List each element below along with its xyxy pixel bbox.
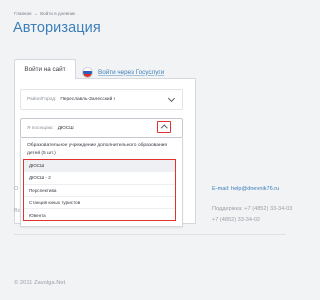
tab-gosuslugi-label: Войти через Госуслуги xyxy=(98,68,165,76)
breadcrumb-separator: → xyxy=(33,11,39,16)
dropdown-options-list: ДЮСШ ДЮСШ - 2 Перспектива Станция юных т… xyxy=(23,159,176,221)
breadcrumb-current: Войти в дневник xyxy=(40,11,76,16)
dropdown-group-label: Образовательное учреждение дополнительно… xyxy=(27,143,168,156)
footer-left-text-1: О xyxy=(14,186,19,192)
school-value: ДЮСШ xyxy=(57,125,74,131)
dropdown-option[interactable]: Станция юных туристов xyxy=(24,197,175,210)
dropdown-option[interactable]: Перспектива xyxy=(24,185,175,197)
dropdown-option[interactable]: Ювента xyxy=(24,209,175,221)
chevron-up-icon xyxy=(161,125,168,132)
school-label: Я посещаю: xyxy=(27,125,54,131)
russia-flag-icon xyxy=(82,66,93,78)
dropdown-option[interactable]: ДЮСШ xyxy=(24,160,175,173)
breadcrumb-home-link[interactable]: Главная xyxy=(14,11,31,16)
contact-phone-secondary: +7 (4852) 33-34-02 xyxy=(212,217,261,223)
dropdown-option[interactable]: ДЮСШ - 2 xyxy=(24,172,175,185)
chevron-down-icon xyxy=(167,94,176,103)
rayon-value: Переславль-Залесский г xyxy=(60,97,116,102)
footer-divider xyxy=(14,234,286,235)
dropdown-toggle-button[interactable] xyxy=(157,121,171,133)
contact-email-link[interactable]: E-mail: help@dnevnik76.ru xyxy=(212,186,279,192)
copyright: © 2011 Zavolga.Net xyxy=(14,280,66,286)
rayon-label: Район/Город: xyxy=(27,97,57,102)
tab-login[interactable]: Войти на сайт xyxy=(14,59,76,79)
rayon-select[interactable]: Район/Город: Переславль-Залесский г xyxy=(20,89,183,110)
breadcrumb: Главная → Войти в дневник xyxy=(14,11,75,16)
contact-phone-support: Поддержка: +7 (4852) 33-34-03 xyxy=(212,206,293,212)
page-title: Авторизация xyxy=(13,20,101,36)
